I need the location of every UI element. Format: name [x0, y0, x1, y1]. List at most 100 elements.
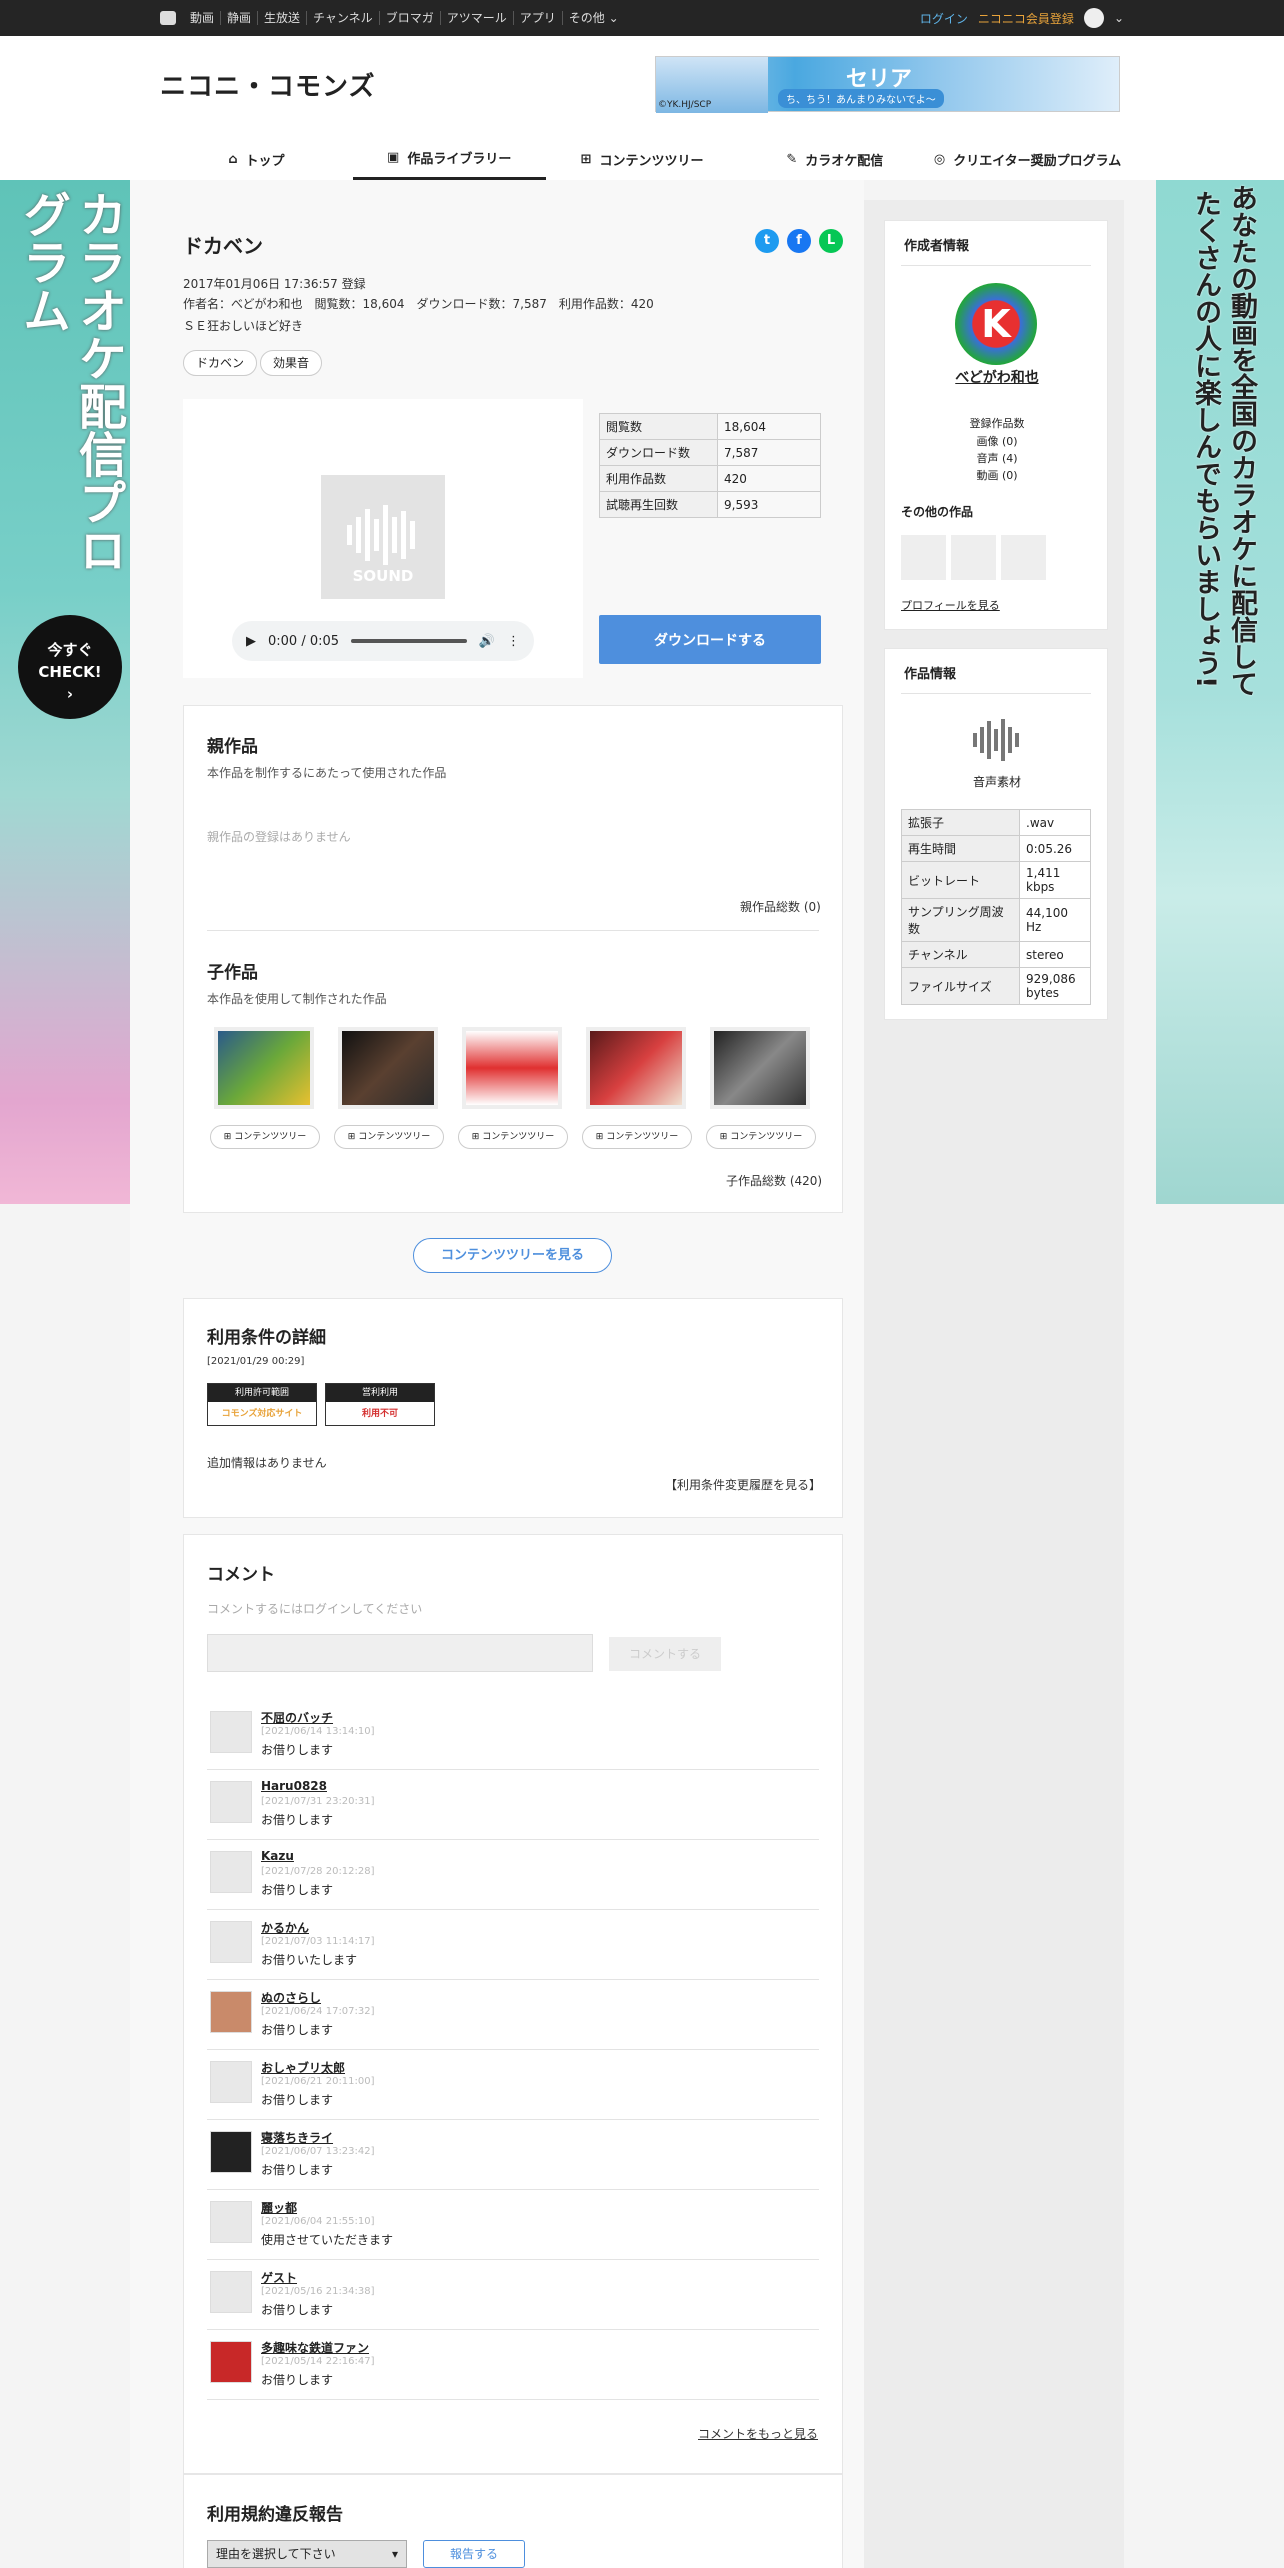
comment-time: [2021/07/31 23:20:31] [261, 1796, 375, 1807]
tree-icon: ⊞ [580, 151, 592, 167]
service-item-video[interactable]: 動画 [184, 11, 222, 25]
license-history-link[interactable]: 【利用条件変更履歴を見る】 [665, 1476, 821, 1493]
chevron-down-icon: ▾ [391, 2547, 398, 2561]
volume-icon[interactable]: 🔊 [479, 634, 495, 649]
service-item-atsumaru[interactable]: アツマール [441, 11, 514, 25]
commenter-name[interactable]: かるかん [261, 1919, 309, 1936]
comment-input[interactable] [207, 1634, 593, 1672]
file-key: サンプリング周波数 [901, 898, 1020, 942]
comment-time: [2021/06/21 20:11:00] [261, 2076, 375, 2087]
service-item-app[interactable]: アプリ [514, 11, 563, 25]
commenter-avatar[interactable] [210, 1851, 252, 1893]
report-reason-select[interactable]: 理由を選択して下さい ▾ [207, 2540, 407, 2568]
tab-library[interactable]: ▣ 作品ライブラリー [352, 138, 546, 180]
left-side-ad[interactable]: カラオケ配信プログラム 今すぐ CHECK! › [0, 180, 130, 1204]
comment-time: [2021/06/04 21:55:10] [261, 2216, 375, 2227]
child-content-tree-button[interactable]: ⊞ コンテンツツリー [458, 1125, 568, 1149]
comment-time: [2021/05/16 21:34:38] [261, 2286, 375, 2297]
report-button[interactable]: 報告する [423, 2540, 525, 2568]
service-item-live[interactable]: 生放送 [258, 11, 308, 25]
other-work-thumbnail[interactable] [1001, 535, 1046, 580]
tab-top[interactable]: ⌂ トップ [160, 138, 353, 180]
commenter-name[interactable]: Haru0828 [261, 1779, 327, 1793]
facebook-share-icon[interactable]: f [787, 229, 811, 253]
commenter-avatar[interactable] [210, 1991, 252, 2033]
twitter-share-icon[interactable]: t [755, 229, 779, 253]
tag-dokaben[interactable]: ドカベン [183, 350, 258, 376]
tree-icon: ⊞ [223, 1132, 235, 1142]
download-button[interactable]: ダウンロードする [599, 615, 821, 664]
child-content-tree-button[interactable]: ⊞ コンテンツツリー [334, 1125, 444, 1149]
child-thumbnail[interactable] [338, 1027, 438, 1109]
commenter-avatar[interactable] [210, 2061, 252, 2103]
commenter-name[interactable]: 不屈のバッチ [261, 1709, 333, 1726]
work-count-title: 登録作品数 [969, 417, 1025, 430]
commenter-avatar[interactable] [210, 1781, 252, 1823]
chevron-down-icon[interactable]: ⌄ [1114, 11, 1124, 25]
sound-thumbnail: SOUND [321, 475, 445, 599]
audio-seekbar[interactable] [351, 639, 467, 643]
commenter-name[interactable]: 麗ッ都 [261, 2199, 297, 2216]
commenter-avatar[interactable] [210, 2341, 252, 2383]
tab-content-tree[interactable]: ⊞ コンテンツツリー [546, 138, 739, 180]
header-banner-ad[interactable]: セリア ち、ちう！あんまりみないでよ～ ©YK.HJ/SCP [655, 56, 1120, 113]
ctree-label: コンテンツツリー [606, 1132, 679, 1142]
child-thumbnail[interactable] [462, 1027, 562, 1109]
table-row: 拡張子 .wav [901, 809, 1091, 836]
line-share-icon[interactable]: L [819, 229, 843, 253]
view-content-tree-button[interactable]: コンテンツツリーを見る [413, 1238, 612, 1273]
children-total: 子作品総数 (420) [726, 1174, 823, 1188]
commenter-name[interactable]: Kazu [261, 1849, 294, 1863]
comment-time: [2021/06/07 13:23:42] [261, 2146, 375, 2157]
more-comments-link[interactable]: コメントをもっと見る [698, 2425, 818, 2442]
commenter-avatar[interactable] [210, 2131, 252, 2173]
tab-creator-program[interactable]: ◎ クリエイター奨励プログラム [931, 138, 1124, 180]
child-thumbnail[interactable] [586, 1027, 686, 1109]
comment-text: お借りします [261, 2303, 334, 2317]
tab-karaoke[interactable]: ✎ カラオケ配信 [738, 138, 931, 180]
tab-label: コンテンツツリー [599, 153, 704, 169]
creator-icon: ◎ [933, 151, 946, 167]
child-content-tree-button[interactable]: ⊞ コンテンツツリー [582, 1125, 692, 1149]
other-work-thumbnail[interactable] [901, 535, 946, 580]
site-logo[interactable]: ニコニ・コモンズ [160, 66, 375, 103]
author-name-link[interactable]: べどがわ和也 [885, 367, 1109, 387]
commenter-name[interactable]: ぬのさらし [261, 1989, 321, 2006]
play-icon[interactable]: ▶ [246, 634, 256, 649]
service-item-seiga[interactable]: 静画 [221, 11, 259, 25]
child-thumbnail[interactable] [710, 1027, 810, 1109]
author-avatar[interactable]: K [955, 283, 1037, 365]
commenter-avatar[interactable] [210, 2201, 252, 2243]
child-content-tree-button[interactable]: ⊞ コンテンツツリー [210, 1125, 320, 1149]
service-menu: 動画 静画 生放送 チャンネル ブロマガ アツマール アプリ その他 ⌄ [160, 0, 625, 36]
user-avatar-icon[interactable] [1083, 8, 1104, 28]
commenter-name[interactable]: 多趣味な鉄道ファン [261, 2339, 369, 2356]
commenter-name[interactable]: 寝落ちきライ [261, 2129, 333, 2146]
table-row: ダウンロード数 7,587 [599, 439, 821, 466]
tag-sound-effect[interactable]: 効果音 [260, 350, 323, 376]
comment-item: 不屈のバッチ [2021/06/14 13:14:10] お借りします [207, 1700, 819, 1770]
commenter-avatar[interactable] [210, 2271, 252, 2313]
parent-subtitle: 本作品を制作するにあたって使用された作品 [207, 766, 447, 780]
file-value: 0:05.26 [1019, 835, 1091, 862]
divider [901, 265, 1091, 266]
commenter-avatar[interactable] [210, 1921, 252, 1963]
child-content-tree-button[interactable]: ⊞ コンテンツツリー [706, 1125, 816, 1149]
comment-submit-button[interactable]: コメントする [609, 1637, 721, 1671]
service-item-channel[interactable]: チャンネル [307, 11, 380, 25]
commenter-name[interactable]: おしゃブリ太郎 [261, 2059, 345, 2076]
service-item-other[interactable]: その他 ⌄ [563, 11, 625, 25]
commenter-avatar[interactable] [210, 1711, 252, 1753]
register-link[interactable]: ニコニコ会員登録 [978, 10, 1074, 27]
profile-link[interactable]: プロフィールを見る [901, 597, 1000, 613]
home-icon: ⌂ [228, 151, 238, 167]
other-work-thumbnail[interactable] [951, 535, 996, 580]
check-now-button[interactable]: 今すぐ CHECK! › [18, 615, 122, 719]
niconico-tv-icon[interactable] [160, 11, 176, 25]
service-item-blomaga[interactable]: ブロマガ [380, 11, 441, 25]
more-options-icon[interactable]: ⋮ [507, 634, 520, 649]
login-link[interactable]: ログイン [920, 10, 968, 27]
child-thumbnail[interactable] [214, 1027, 314, 1109]
commenter-name[interactable]: ゲスト [261, 2269, 297, 2286]
right-side-ad[interactable]: あなたの動画を全国のカラオケに配信して たくさんの人に楽しんでもらいましょう! [1156, 180, 1284, 1204]
